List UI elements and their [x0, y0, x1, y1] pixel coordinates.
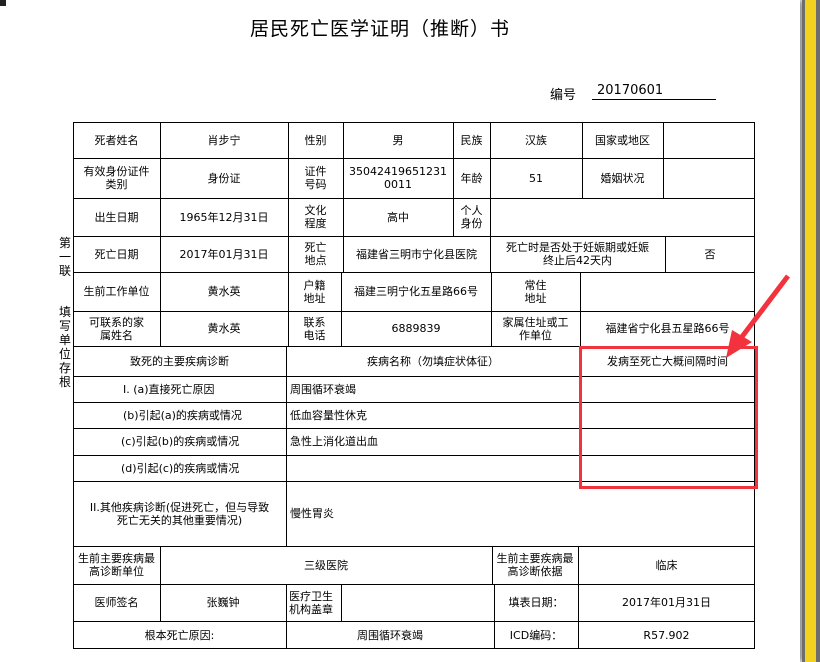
- side-label-part: 第一联: [58, 236, 71, 278]
- sex-label: 性别: [304, 133, 327, 147]
- marital-label: 婚姻状况: [600, 171, 645, 185]
- work-unit-label: 生前工作单位: [83, 285, 150, 298]
- diagnosis-basis-label: 生前主要疾病最高诊断依据: [496, 552, 574, 578]
- phone-value: 6889839: [391, 322, 441, 335]
- cause-d-label: (d)引起(c)的疾病或情况: [121, 461, 240, 475]
- page-edge-yellow: [805, 0, 816, 662]
- work-unit-value: 黄水英: [207, 285, 241, 298]
- contact-name-value: 黄水英: [207, 322, 241, 335]
- cause-d-value: [286, 455, 580, 481]
- id-number-value: 350424196512310011: [349, 165, 447, 191]
- death-place-value: 福建省三明市宁化县医院: [356, 247, 477, 261]
- id-number-label: 证件号码: [304, 165, 327, 191]
- cause-c-value: 急性上消化道出血: [290, 435, 378, 448]
- cause-b-value: 低血容量性休克: [290, 408, 367, 422]
- marital-value: [663, 158, 755, 198]
- ethnic-label: 民族: [460, 133, 483, 147]
- birth-label: 出生日期: [94, 210, 139, 224]
- document-title: 居民死亡医学证明（推断）书: [249, 18, 510, 40]
- cause-a-value: 周围循环衰竭: [290, 382, 356, 396]
- other-diagnosis-value: 慢性胃炎: [290, 507, 334, 520]
- occupation-value: [490, 198, 755, 236]
- deceased-name: 肖步宁: [207, 133, 241, 147]
- doctor-signature-value: 张巍钟: [206, 596, 240, 609]
- doctor-signature-label: 医师签名: [94, 596, 139, 609]
- ethnic-value: 汉族: [525, 133, 547, 147]
- country-value: [663, 122, 755, 158]
- icd-code-label: ICD编码：: [509, 628, 563, 642]
- diagnosis-unit-value: 三级医院: [304, 558, 348, 572]
- root-cause-value: 周围循环衰竭: [357, 628, 423, 642]
- institution-seal-label: 医疗卫生机构盖章: [289, 589, 333, 616]
- pregnancy-value: 否: [704, 247, 716, 261]
- age-label: 年龄: [460, 171, 483, 185]
- diagnosis-basis-value: 临床: [655, 558, 678, 572]
- highlight-box: [579, 346, 758, 489]
- cause-c-label: (c)引起(b)的疾病或情况: [121, 435, 240, 448]
- disease-name-header: 疾病名称（勿填症状体征）: [367, 354, 499, 368]
- main-diagnosis-header: 致死的主要疾病诊断: [130, 354, 229, 368]
- country-label: 国家或地区: [595, 133, 650, 147]
- sex-value: 男: [392, 133, 404, 147]
- arrow-icon: [726, 274, 790, 358]
- education-label: 文化程度: [304, 204, 327, 230]
- death-date-label: 死亡日期: [94, 247, 139, 261]
- icd-code-value: R57.902: [643, 628, 690, 642]
- cause-b-label: (b)引起(a)的疾病或情况: [123, 408, 242, 422]
- diagnosis-unit-label: 生前主要疾病最高诊断单位: [78, 552, 155, 578]
- age-value: 51: [529, 171, 543, 185]
- fill-date-label: 填表日期：: [508, 596, 564, 609]
- residence-label: 常住地址: [524, 278, 547, 305]
- other-diagnosis-label: II.其他疾病诊断(促进死亡，但与导致死亡无关的其他重要情况): [89, 500, 270, 527]
- number-value: 20170601: [592, 82, 716, 100]
- number-label: 编号: [550, 88, 577, 103]
- occupation-label: 个人身份: [460, 204, 483, 230]
- document-page: 居民死亡医学证明（推断）书 编号 20170601 第一联 填写单位存根 死者姓…: [0, 0, 800, 662]
- pregnancy-label: 死亡时是否处于妊娠期或妊娠终止后42天内: [506, 241, 649, 267]
- institution-seal-value: [341, 584, 494, 621]
- root-cause-label: 根本死亡原因:: [144, 628, 215, 642]
- death-date-value: 2017年01月31日: [179, 247, 269, 261]
- cause-a-label: I. (a)直接死亡原因: [123, 382, 215, 396]
- death-place-label: 死亡地点: [304, 241, 327, 267]
- fill-date-value: 2017年01月31日: [622, 596, 711, 609]
- id-type-value: 身份证: [207, 171, 241, 185]
- contact-name-label: 可联系的家属姓名: [89, 315, 144, 342]
- birth-value: 1965年12月31日: [179, 210, 269, 224]
- family-address-label: 家属住址或工作单位: [502, 315, 569, 342]
- side-label-stub: 填写单位存根: [58, 305, 71, 389]
- phone-label: 联系电话: [303, 315, 326, 342]
- hukou-label: 户籍地址: [303, 278, 326, 305]
- deceased-name-label: 死者姓名: [94, 133, 139, 147]
- education-value: 高中: [387, 210, 409, 224]
- hukou-value: 福建三明宁化五星路66号: [354, 285, 478, 298]
- id-type-label: 有效身份证件类别: [83, 165, 150, 191]
